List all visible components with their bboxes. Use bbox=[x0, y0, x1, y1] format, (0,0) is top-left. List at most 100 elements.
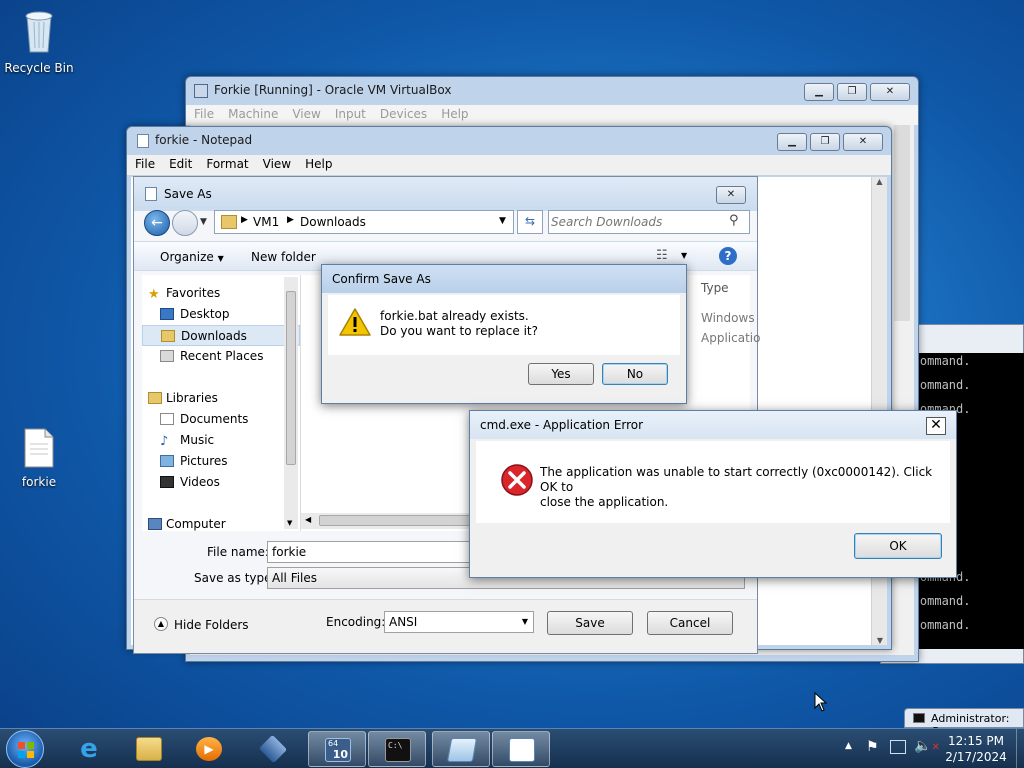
minimize-button[interactable]: ▁ bbox=[777, 133, 807, 151]
maximize-button[interactable]: ❐ bbox=[810, 133, 840, 151]
nav-label: Downloads bbox=[181, 329, 247, 343]
search-box[interactable]: ⚲ bbox=[548, 210, 750, 234]
vm-scrollbar[interactable] bbox=[894, 125, 910, 321]
clock[interactable]: 12:15 PM 2/17/2024 bbox=[938, 733, 1014, 765]
yes-button[interactable]: Yes bbox=[528, 363, 594, 385]
breadcrumb-downloads[interactable]: Downloads bbox=[300, 215, 366, 229]
address-bar[interactable]: ▶ VM1 ▶ Downloads ▼ bbox=[214, 210, 514, 234]
virtualbox-menu-input[interactable]: Input bbox=[335, 107, 366, 123]
new-folder-button[interactable]: New folder bbox=[251, 250, 316, 264]
address-dropdown-icon[interactable]: ▼ bbox=[499, 216, 506, 226]
notepad-menu-file[interactable]: File bbox=[135, 157, 155, 173]
taskbar-notepad[interactable] bbox=[432, 731, 490, 767]
virtualbox-icon bbox=[258, 734, 288, 764]
nav-downloads[interactable]: Downloads bbox=[142, 325, 300, 346]
recent-locations-dropdown[interactable]: ▼ bbox=[200, 217, 207, 227]
network-icon[interactable] bbox=[890, 740, 906, 754]
taskbar-virtualbox[interactable] bbox=[244, 731, 302, 767]
taskbar-cmd[interactable]: C:\ bbox=[368, 731, 426, 767]
close-button[interactable]: ✕ bbox=[926, 417, 946, 435]
virtualbox-menu-machine[interactable]: Machine bbox=[228, 107, 278, 123]
taskbar-vm-forkie[interactable]: 64 10 bbox=[308, 731, 366, 767]
breadcrumb-vm1[interactable]: VM1 bbox=[253, 215, 279, 229]
taskbar-media-player[interactable]: ▶ bbox=[180, 731, 238, 767]
save-as-type-label: Save as type: bbox=[194, 571, 276, 585]
taskbar-notepad-window[interactable] bbox=[492, 731, 550, 767]
show-desktop-button[interactable] bbox=[1016, 729, 1024, 768]
save-as-type-value: All Files bbox=[272, 571, 318, 585]
scroll-left-arrow-icon[interactable]: ◀ bbox=[305, 515, 311, 524]
save-button[interactable]: Save bbox=[547, 611, 633, 635]
virtualbox-menu-devices[interactable]: Devices bbox=[380, 107, 427, 123]
help-icon[interactable]: ? bbox=[719, 247, 737, 265]
scroll-down-arrow-icon[interactable]: ▼ bbox=[872, 636, 888, 645]
back-button[interactable]: ← bbox=[144, 210, 170, 236]
no-button[interactable]: No bbox=[602, 363, 668, 385]
close-button[interactable]: ✕ bbox=[843, 133, 883, 151]
forward-button[interactable] bbox=[172, 210, 198, 236]
nav-scrollbar[interactable]: ▼ bbox=[284, 277, 298, 529]
save-as-titlebar: Save As ✕ bbox=[134, 177, 757, 211]
confirm-message: forkie.bat already exists. Do you want t… bbox=[380, 309, 538, 339]
ok-button[interactable]: OK bbox=[854, 533, 942, 559]
action-center-flag-icon[interactable]: ⚑ bbox=[866, 739, 879, 755]
videos-icon bbox=[160, 476, 174, 488]
nav-scroll-thumb[interactable] bbox=[286, 291, 296, 465]
search-input[interactable] bbox=[551, 213, 721, 231]
notepad-menu-view[interactable]: View bbox=[263, 157, 291, 173]
scroll-down-arrow-icon[interactable]: ▼ bbox=[287, 519, 292, 527]
nav-desktop[interactable]: Desktop bbox=[142, 304, 300, 325]
show-hidden-icons-button[interactable]: ▲ bbox=[845, 741, 852, 751]
close-button[interactable]: ✕ bbox=[716, 186, 746, 204]
error-message-line-2: close the application. bbox=[540, 495, 669, 509]
recent-places-icon bbox=[160, 350, 174, 362]
view-dropdown-icon[interactable]: ▼ bbox=[681, 251, 687, 260]
cmd-peek-window[interactable]: Administrator: C bbox=[904, 708, 1024, 738]
nav-computer[interactable]: Computer bbox=[142, 514, 300, 535]
nav-music[interactable]: ♪ Music bbox=[142, 430, 300, 451]
recycle-bin[interactable]: Recycle Bin bbox=[1, 8, 77, 75]
taskbar-explorer[interactable] bbox=[120, 731, 178, 767]
cmd-icon bbox=[913, 713, 925, 723]
notepad-menu-help[interactable]: Help bbox=[305, 157, 332, 173]
close-button[interactable]: ✕ bbox=[870, 83, 910, 101]
notepad-menu-format[interactable]: Format bbox=[206, 157, 248, 173]
chevron-up-icon[interactable]: ▲ bbox=[154, 617, 168, 631]
cmd-icon: C:\ bbox=[385, 738, 411, 762]
taskbar-internet-explorer[interactable]: e bbox=[60, 731, 118, 767]
nav-libraries[interactable]: Libraries bbox=[142, 388, 300, 409]
scroll-up-arrow-icon[interactable]: ▲ bbox=[872, 177, 887, 186]
nav-documents[interactable]: Documents bbox=[142, 409, 300, 430]
view-options-icon[interactable]: ☷ bbox=[656, 248, 668, 263]
virtualbox-title: Forkie [Running] - Oracle VM VirtualBox bbox=[214, 83, 452, 97]
taskbar: e ▶ 64 10 C:\ ▲ ⚑ 🔈✕ 12:15 PM 2/17/2024 bbox=[0, 728, 1024, 768]
application-error-dialog[interactable]: cmd.exe - Application Error ✕ The applic… bbox=[469, 410, 957, 578]
nav-videos[interactable]: Videos bbox=[142, 472, 300, 493]
virtualbox-menu-view[interactable]: View bbox=[292, 107, 320, 123]
volume-muted-icon[interactable]: 🔈✕ bbox=[914, 738, 940, 754]
desktop-file-forkie[interactable]: forkie bbox=[1, 428, 77, 489]
confirm-body: forkie.bat already exists. Do you want t… bbox=[328, 295, 680, 355]
music-icon: ♪ bbox=[160, 434, 169, 449]
desktop-icon bbox=[160, 308, 174, 320]
organize-button[interactable]: Organize ▼ bbox=[160, 250, 224, 264]
nav-recent-places[interactable]: Recent Places bbox=[142, 346, 300, 367]
refresh-button[interactable]: ⇆ bbox=[517, 210, 543, 234]
maximize-button[interactable]: ❐ bbox=[837, 83, 867, 101]
notepad-menu-edit[interactable]: Edit bbox=[169, 157, 192, 173]
h-scroll-thumb[interactable] bbox=[319, 515, 479, 526]
search-icon[interactable]: ⚲ bbox=[729, 213, 739, 228]
virtualbox-menu-help[interactable]: Help bbox=[441, 107, 468, 123]
nav-pictures[interactable]: Pictures bbox=[142, 451, 300, 472]
start-button[interactable] bbox=[6, 730, 44, 768]
hide-folders-button[interactable]: Hide Folders bbox=[174, 618, 249, 632]
cancel-button[interactable]: Cancel bbox=[647, 611, 733, 635]
minimize-button[interactable]: ▁ bbox=[804, 83, 834, 101]
nav-favorites[interactable]: ★ Favorites bbox=[142, 283, 300, 304]
error-body: The application was unable to start corr… bbox=[476, 441, 950, 523]
save-as-title: Save As bbox=[164, 187, 212, 201]
encoding-select[interactable]: ANSI ▼ bbox=[384, 611, 534, 633]
confirm-save-as-dialog[interactable]: Confirm Save As forkie.bat already exist… bbox=[321, 264, 687, 404]
column-header-type[interactable]: Type bbox=[701, 281, 729, 295]
virtualbox-menu-file[interactable]: File bbox=[194, 107, 214, 123]
